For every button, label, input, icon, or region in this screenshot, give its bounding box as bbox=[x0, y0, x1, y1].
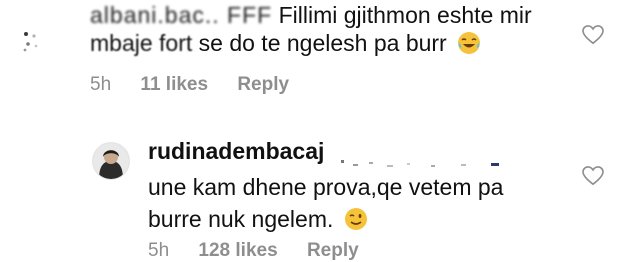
comment-text-line: albani.bac.. FFF Fillimi gjithmon eshte … bbox=[90, 2, 532, 29]
comment-meta: 5h 128 likes Reply bbox=[148, 240, 383, 262]
likes-count[interactable]: 11 likes bbox=[140, 74, 208, 95]
comment-header: rudinadembacaj bbox=[148, 138, 511, 167]
username-link[interactable]: rudinadembacaj bbox=[148, 138, 324, 164]
comment-text: se do te ngelesh pa burr bbox=[192, 30, 447, 56]
heart-icon[interactable] bbox=[582, 166, 604, 186]
username-link[interactable]: albani.bac.. bbox=[90, 2, 227, 28]
comment-text: une kam dhene prova,qe vetem pa burre nu… bbox=[148, 171, 568, 235]
comment-meta: 5h 11 likes Reply bbox=[90, 74, 313, 96]
comment-item: albani.bac.. FFF Fillimi gjithmon eshte … bbox=[0, 0, 640, 110]
comment-text-blurred: mbaje fort bbox=[90, 30, 193, 56]
comment-text-line: mbaje fort se do te ngelesh pa burr bbox=[90, 30, 481, 57]
winking-face-emoji bbox=[344, 207, 368, 231]
heart-icon[interactable] bbox=[582, 25, 604, 45]
comment-text-fragment: burre nuk ngelem. bbox=[148, 206, 334, 232]
reply-button[interactable]: Reply bbox=[237, 74, 289, 95]
mention-fragment: FFF bbox=[227, 2, 273, 28]
comment-text-line: une kam dhene prova,qe vetem pa bbox=[148, 174, 504, 200]
comment-age: 5h bbox=[90, 74, 112, 95]
comment-text: Fillimi gjithmon eshte mir bbox=[278, 2, 532, 28]
comment-text-line: burre nuk ngelem. bbox=[148, 203, 568, 235]
redacted-mark bbox=[340, 148, 511, 167]
avatar[interactable] bbox=[22, 30, 44, 52]
laughing-tears-emoji bbox=[457, 31, 481, 55]
avatar[interactable] bbox=[92, 142, 130, 180]
